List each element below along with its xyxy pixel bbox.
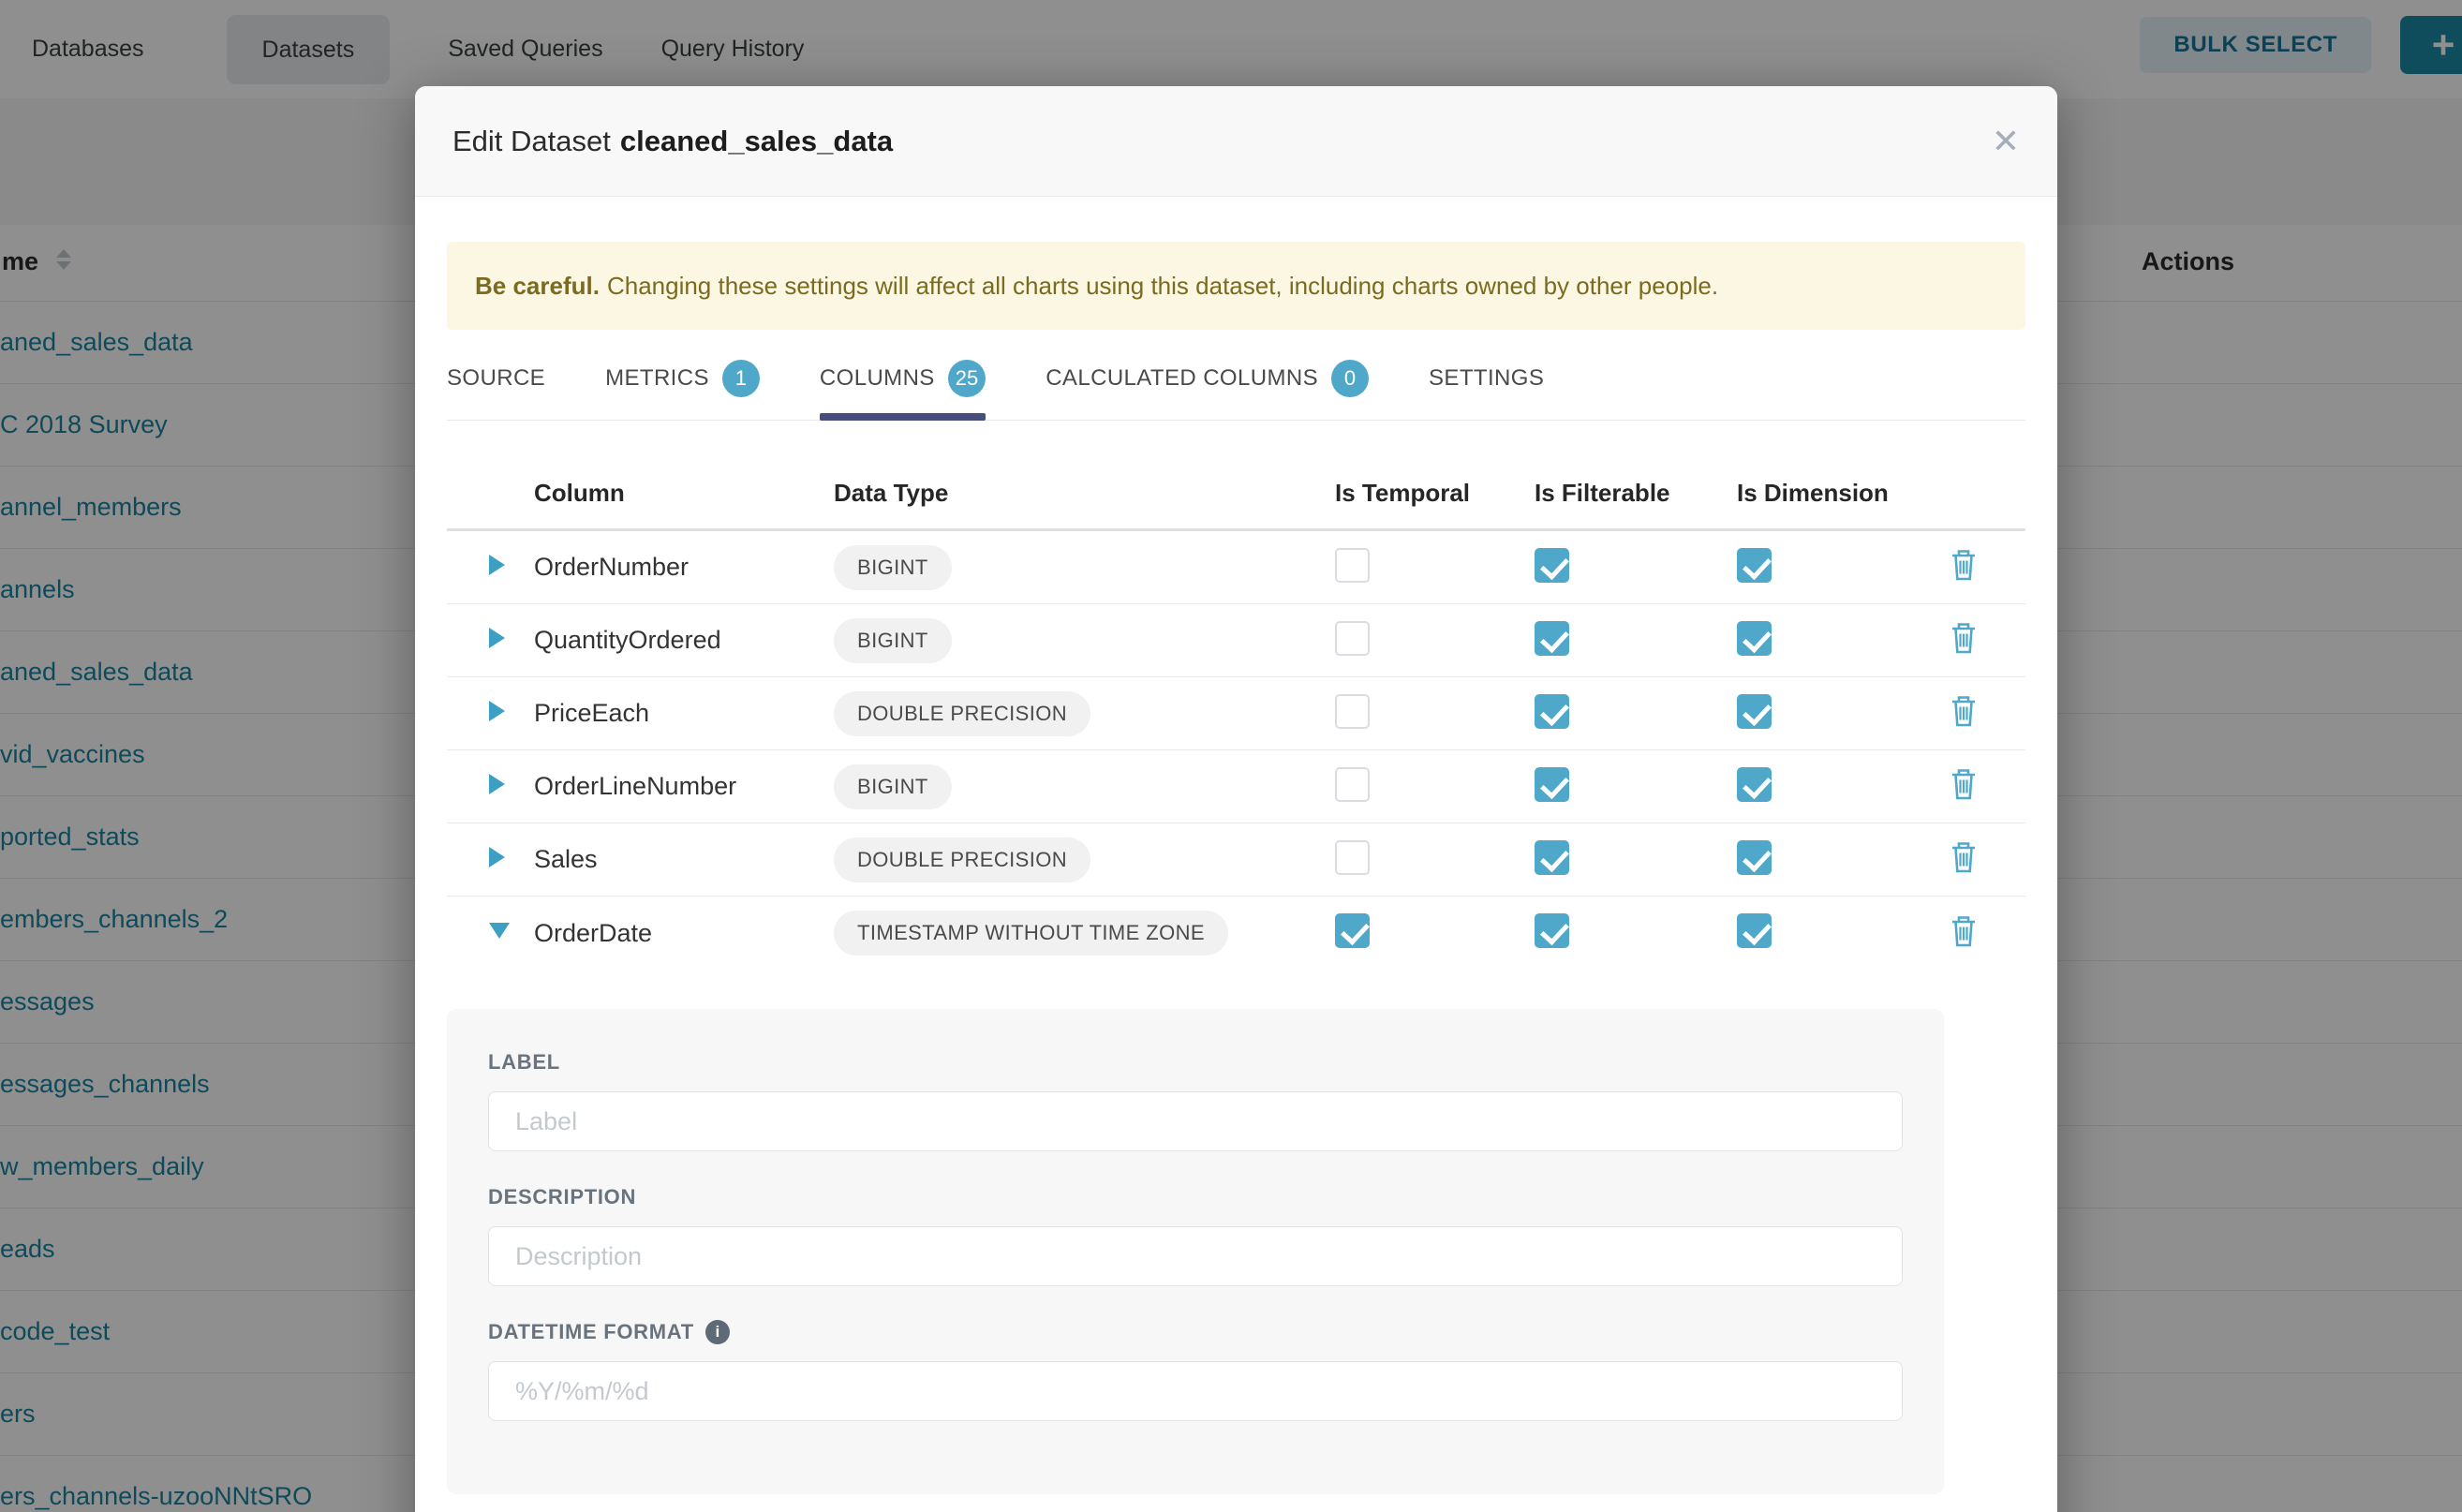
is-dimension-checkbox[interactable] [1737, 548, 1772, 583]
is-dimension-checkbox[interactable] [1737, 840, 1772, 875]
modal-title: Edit Dataset cleaned_sales_data [452, 125, 893, 158]
is-filterable-checkbox[interactable] [1535, 621, 1569, 656]
close-icon[interactable]: ✕ [1992, 125, 2020, 158]
delete-column-icon[interactable] [1949, 840, 1979, 874]
datetime-format-input[interactable] [488, 1361, 1903, 1421]
modal-tab-bar: SOURCE METRICS 1 COLUMNS 25 CALCULATED COLUMN… [447, 354, 2025, 421]
column-row: OrderDateTIMESTAMP WITHOUT TIME ZONE [447, 897, 2025, 970]
expand-caret-icon[interactable] [489, 701, 505, 721]
columns-table: ColumnData TypeIs TemporalIs FilterableI… [447, 458, 2025, 970]
data-type-badge: DOUBLE PRECISION [834, 838, 1090, 882]
data-type-badge: BIGINT [834, 764, 952, 809]
is-temporal-checkbox[interactable] [1335, 840, 1370, 875]
is-filterable-checkbox[interactable] [1535, 840, 1569, 875]
tab-source[interactable]: SOURCE [447, 354, 545, 420]
is-filterable-checkbox[interactable] [1535, 548, 1569, 583]
delete-column-icon[interactable] [1949, 767, 1979, 801]
datetime-format-field-label: DATETIME FORMAT [488, 1320, 694, 1344]
tab-label: SOURCE [447, 365, 545, 392]
edit-dataset-modal: Edit Dataset cleaned_sales_data ✕ Be care… [415, 86, 2057, 1512]
tab-label: CALCULATED COLUMNS [1046, 365, 1318, 392]
column-name: Sales [534, 845, 834, 874]
tab-label: COLUMNS [820, 365, 935, 392]
datetime-format-field-group: DATETIME FORMAT i [488, 1320, 1903, 1421]
description-field-label: DESCRIPTION [488, 1185, 1903, 1209]
columns-table-body: OrderNumberBIGINTQuantityOrderedBIGINTPr… [447, 531, 2025, 970]
column-name: OrderDate [534, 919, 834, 948]
tab-label: SETTINGS [1429, 365, 1544, 392]
column-row: OrderNumberBIGINT [447, 531, 2025, 604]
label-input[interactable] [488, 1091, 1903, 1151]
description-field-group: DESCRIPTION [488, 1185, 1903, 1286]
expand-caret-icon[interactable] [489, 628, 505, 648]
is-filterable-checkbox[interactable] [1535, 767, 1569, 802]
label-field-label: LABEL [488, 1050, 1903, 1075]
is-temporal-checkbox[interactable] [1335, 913, 1370, 948]
column-row: OrderLineNumberBIGINT [447, 750, 2025, 823]
warning-banner: Be careful. Changing these settings will… [447, 242, 2025, 330]
columns-table-header: ColumnData TypeIs TemporalIs FilterableI… [447, 458, 2025, 531]
delete-column-icon[interactable] [1949, 694, 1979, 728]
data-type-badge: BIGINT [834, 545, 952, 590]
is-dimension-checkbox[interactable] [1737, 621, 1772, 656]
is-temporal-checkbox[interactable] [1335, 694, 1370, 729]
data-type-badge: TIMESTAMP WITHOUT TIME ZONE [834, 911, 1228, 956]
collapse-caret-icon[interactable] [489, 923, 510, 939]
is-filterable-checkbox[interactable] [1535, 913, 1569, 948]
column-row: QuantityOrderedBIGINT [447, 604, 2025, 677]
modal-title-prefix: Edit Dataset [452, 125, 611, 157]
column-detail-panel: LABEL DESCRIPTION DATETIME FORMAT i [447, 1009, 1944, 1494]
column-name: OrderNumber [534, 553, 834, 582]
modal-title-dataset-name: cleaned_sales_data [620, 125, 893, 157]
is-dimension-checkbox[interactable] [1737, 767, 1772, 802]
data-type-badge: BIGINT [834, 618, 952, 663]
warning-text: Changing these settings will affect all … [607, 272, 1718, 301]
column-header: Is Temporal [1335, 479, 1535, 508]
tab-columns[interactable]: COLUMNS 25 [820, 354, 986, 420]
column-row: PriceEachDOUBLE PRECISION [447, 677, 2025, 750]
tab-label: METRICS [605, 365, 709, 392]
delete-column-icon[interactable] [1949, 621, 1979, 655]
label-field-group: LABEL [488, 1050, 1903, 1151]
is-temporal-checkbox[interactable] [1335, 621, 1370, 656]
tab-badge: 0 [1331, 360, 1369, 397]
warning-bold-text: Be careful. [475, 272, 600, 301]
tab-metrics[interactable]: METRICS 1 [605, 354, 760, 420]
column-name: QuantityOrdered [534, 626, 834, 655]
description-input[interactable] [488, 1226, 1903, 1286]
is-temporal-checkbox[interactable] [1335, 548, 1370, 583]
expand-caret-icon[interactable] [489, 555, 505, 575]
is-temporal-checkbox[interactable] [1335, 767, 1370, 802]
column-header: Is Dimension [1737, 479, 1941, 508]
column-name: OrderLineNumber [534, 772, 834, 801]
info-icon[interactable]: i [705, 1320, 730, 1344]
expand-caret-icon[interactable] [489, 847, 505, 867]
data-type-badge: DOUBLE PRECISION [834, 691, 1090, 736]
expand-caret-icon[interactable] [489, 774, 505, 794]
is-dimension-checkbox[interactable] [1737, 913, 1772, 948]
column-header: Data Type [834, 479, 1335, 508]
column-row: SalesDOUBLE PRECISION [447, 823, 2025, 897]
column-header: Is Filterable [1535, 479, 1737, 508]
is-filterable-checkbox[interactable] [1535, 694, 1569, 729]
delete-column-icon[interactable] [1949, 914, 1979, 948]
modal-body: Be careful. Changing these settings will… [415, 242, 2057, 1494]
tab-badge: 1 [722, 360, 760, 397]
delete-column-icon[interactable] [1949, 548, 1979, 582]
app-root: DatabasesDatasetsSaved QueriesQuery Hist… [0, 0, 2462, 1512]
tab-settings[interactable]: SETTINGS [1429, 354, 1544, 420]
tab-calculated-columns[interactable]: CALCULATED COLUMNS 0 [1046, 354, 1369, 420]
tab-badge: 25 [948, 360, 986, 397]
column-name: PriceEach [534, 699, 834, 728]
is-dimension-checkbox[interactable] [1737, 694, 1772, 729]
modal-header: Edit Dataset cleaned_sales_data ✕ [415, 86, 2057, 197]
column-header: Column [534, 479, 834, 508]
